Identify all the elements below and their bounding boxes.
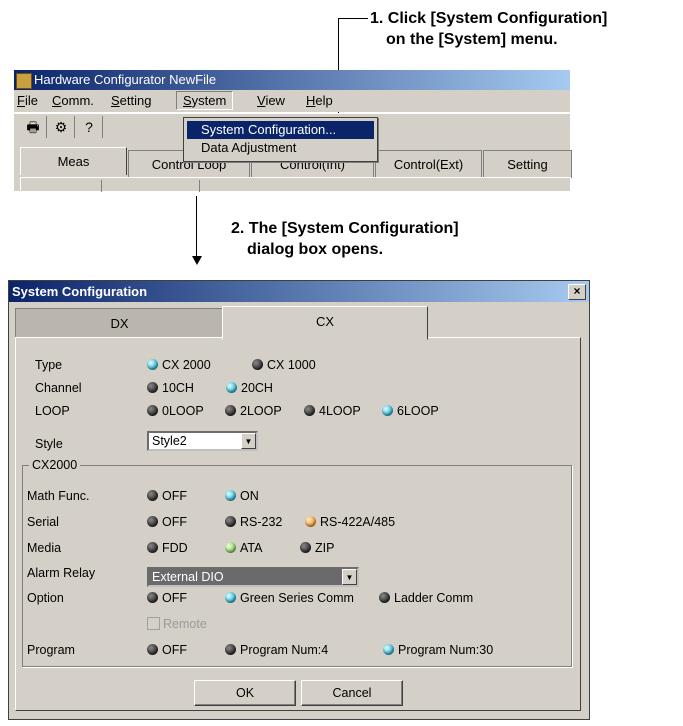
media-fdd-radio[interactable]: FDD [147, 540, 188, 556]
radio-unselected-icon [147, 542, 158, 553]
alarm-relay-label: Alarm Relay [27, 566, 96, 580]
menu-file[interactable]: File [17, 93, 38, 108]
arrow-down-line [196, 196, 197, 258]
arrow-down-icon [192, 256, 202, 265]
program-label: Program [27, 643, 75, 657]
option-green-series-radio[interactable]: Green Series Comm [225, 590, 354, 606]
radio-unselected-icon [147, 405, 158, 416]
ok-button[interactable]: OK [194, 680, 296, 706]
printer-icon[interactable]: 🖶 [20, 116, 47, 138]
menu-setting[interactable]: Setting [111, 93, 151, 108]
radio-unselected-icon [147, 382, 158, 393]
chevron-down-icon[interactable]: ▼ [241, 433, 256, 449]
callout-1-text-1: 1. Click [System Configuration] [370, 10, 608, 27]
radio-unselected-icon [300, 542, 311, 553]
remote-checkbox[interactable]: Remote [147, 616, 207, 632]
radio-unselected-icon [147, 644, 158, 655]
program-num4-radio[interactable]: Program Num:4 [225, 642, 328, 658]
radio-selected-icon [383, 644, 394, 655]
media-label: Media [27, 541, 62, 555]
menu-view[interactable]: View [257, 93, 285, 108]
radio-selected-icon [382, 405, 393, 416]
callout-1-line [338, 18, 368, 19]
program-num30-radio[interactable]: Program Num:30 [383, 642, 493, 658]
channel-label: Channel [35, 381, 82, 395]
type-cx2000-radio[interactable]: CX 2000 [147, 357, 211, 373]
type-cx1000-radio[interactable]: CX 1000 [252, 357, 316, 373]
radio-unselected-icon [147, 490, 158, 501]
dialog-titlebar: System Configuration × [9, 281, 589, 302]
cx2000-group-label: CX2000 [29, 458, 81, 472]
close-icon[interactable]: × [568, 284, 586, 300]
serial-rs422-radio[interactable]: RS-422A/485 [305, 514, 395, 530]
config-icon[interactable]: ⚙ [48, 116, 75, 138]
loop-0-radio[interactable]: 0LOOP [147, 403, 204, 419]
radio-unselected-icon [379, 592, 390, 603]
style-label: Style [35, 437, 63, 451]
dialog-title: System Configuration [12, 284, 148, 299]
tab-content-top [20, 177, 571, 192]
menu-item-data-adjustment[interactable]: Data Adjustment [187, 139, 374, 157]
serial-rs232-radio[interactable]: RS-232 [225, 514, 282, 530]
option-label: Option [27, 591, 64, 605]
loop-2-radio[interactable]: 2LOOP [225, 403, 282, 419]
tab-meas[interactable]: Meas [20, 147, 127, 175]
system-dropdown-menu: System Configuration... Data Adjustment [183, 117, 378, 162]
menu-comm[interactable]: Comm. [52, 93, 94, 108]
cancel-button[interactable]: Cancel [301, 680, 403, 706]
radio-selected-icon [226, 382, 237, 393]
alarm-relay-select[interactable]: External DIO ▼ [147, 567, 359, 587]
serial-label: Serial [27, 515, 59, 529]
radio-selected-icon [225, 542, 236, 553]
tab-cx[interactable]: CX [222, 306, 428, 340]
tab-control-ext[interactable]: Control(Ext) [375, 150, 482, 178]
loop-4-radio[interactable]: 4LOOP [304, 403, 361, 419]
radio-unselected-icon [304, 405, 315, 416]
system-configuration-dialog: System Configuration × DX CX Type CX 200… [8, 280, 590, 720]
help-icon[interactable]: ? [76, 116, 103, 138]
loop-label: LOOP [35, 404, 70, 418]
media-ata-radio[interactable]: ATA [225, 540, 262, 556]
menu-help[interactable]: Help [306, 93, 333, 108]
menu-bar: File Comm. Setting System View Help [14, 90, 570, 112]
channel-10ch-radio[interactable]: 10CH [147, 380, 194, 396]
radio-selected-icon [225, 490, 236, 501]
menu-system[interactable]: System [176, 91, 234, 110]
channel-20ch-radio[interactable]: 20CH [226, 380, 273, 396]
main-window-title: Hardware Configurator NewFile [34, 72, 217, 87]
serial-off-radio[interactable]: OFF [147, 514, 187, 530]
radio-unselected-icon [225, 516, 236, 527]
tab-dx[interactable]: DX [15, 308, 224, 338]
callout-2-text-1: 2. The [System Configuration] [231, 220, 459, 237]
menu-item-system-configuration[interactable]: System Configuration... [187, 121, 374, 139]
cx2000-group [22, 465, 572, 667]
radio-selected-icon [147, 359, 158, 370]
program-off-radio[interactable]: OFF [147, 642, 187, 658]
tab-setting[interactable]: Setting [483, 150, 572, 178]
math-off-radio[interactable]: OFF [147, 488, 187, 504]
main-window-titlebar: Hardware Configurator NewFile [14, 70, 570, 90]
radio-unselected-icon [225, 405, 236, 416]
math-func-label: Math Func. [27, 489, 90, 503]
option-ladder-radio[interactable]: Ladder Comm [379, 590, 473, 606]
option-off-radio[interactable]: OFF [147, 590, 187, 606]
checkbox-icon [147, 617, 160, 630]
radio-unselected-icon [252, 359, 263, 370]
radio-selected-icon [225, 592, 236, 603]
callout-2-text-2: dialog box opens. [247, 241, 384, 258]
math-on-radio[interactable]: ON [225, 488, 259, 504]
radio-unselected-icon [147, 516, 158, 527]
type-label: Type [35, 358, 63, 372]
app-icon [16, 73, 32, 89]
media-zip-radio[interactable]: ZIP [300, 540, 334, 556]
loop-6-radio[interactable]: 6LOOP [382, 403, 439, 419]
style-select[interactable]: Style2 ▼ [147, 431, 258, 451]
radio-unselected-icon [225, 644, 236, 655]
callout-1-text-2: on the [System] menu. [386, 31, 558, 48]
radio-selected-icon [305, 516, 316, 527]
chevron-down-icon[interactable]: ▼ [342, 569, 357, 585]
radio-unselected-icon [147, 592, 158, 603]
